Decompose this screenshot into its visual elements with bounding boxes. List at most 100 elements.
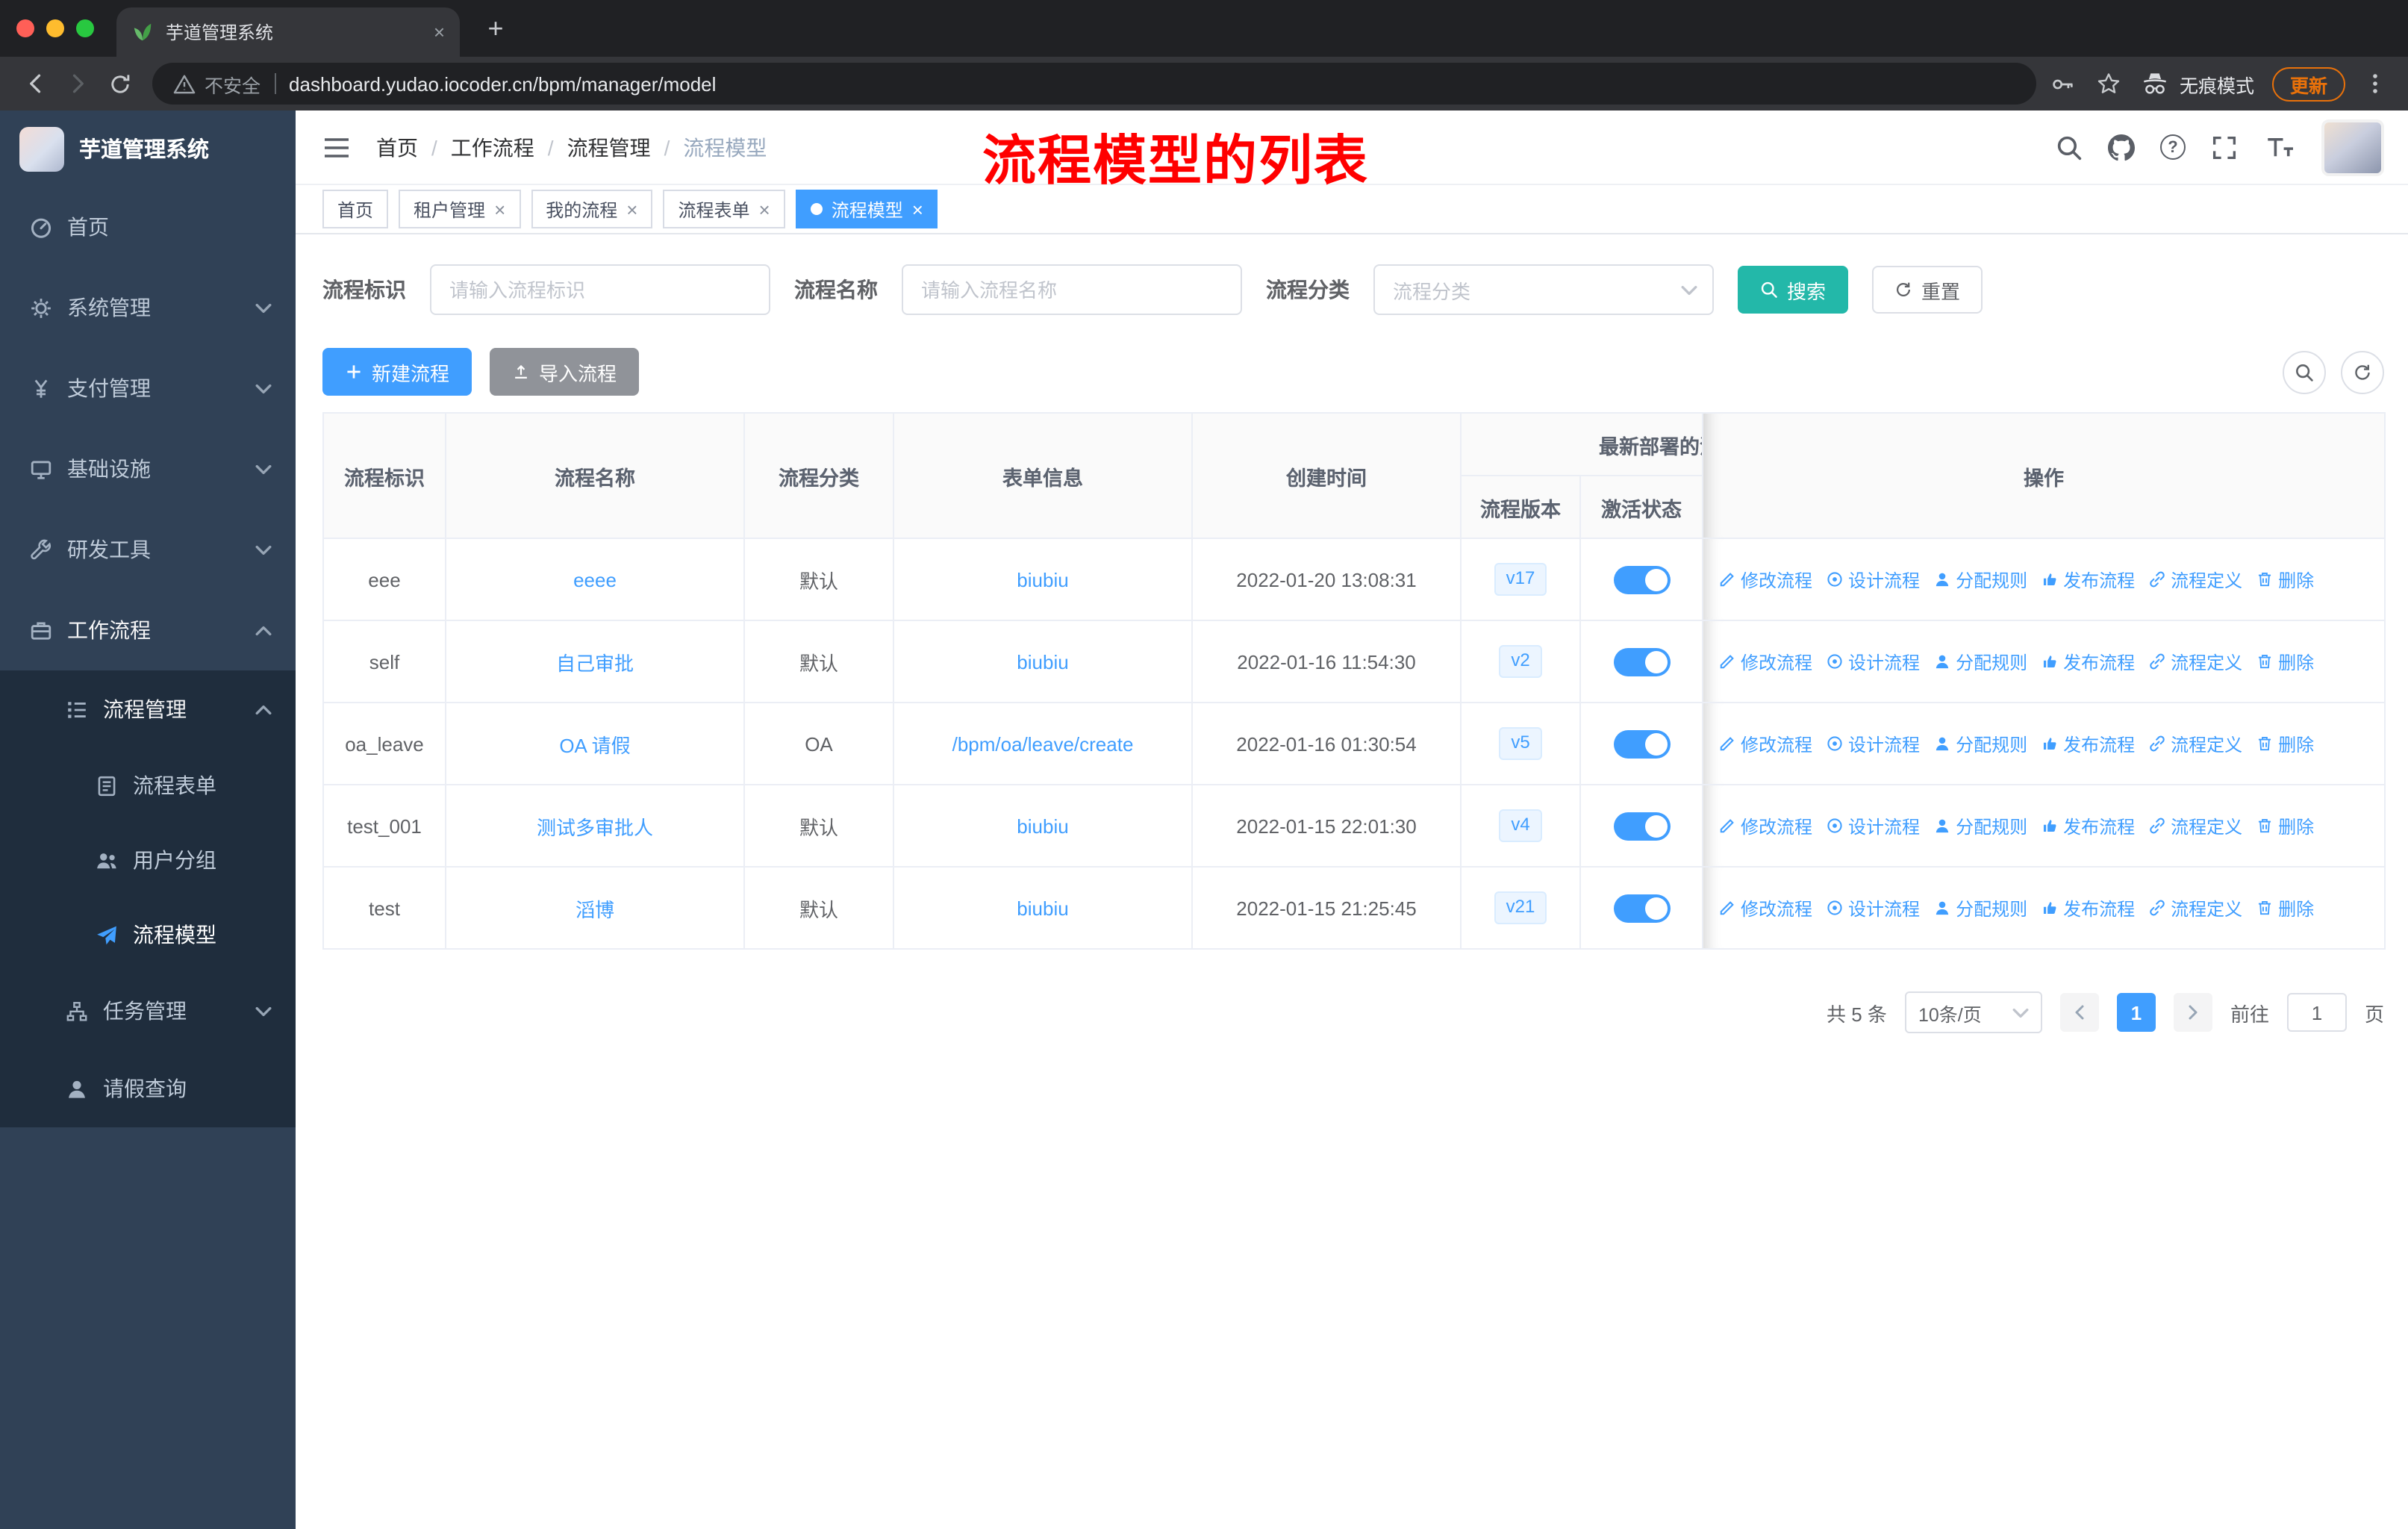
tag-tenant[interactable]: 租户管理 × [399, 190, 521, 228]
back-button[interactable] [15, 64, 57, 103]
font-size-icon[interactable] [2263, 134, 2296, 161]
refresh-table-button[interactable] [2341, 350, 2384, 393]
sidebar-item-leave-query[interactable]: 请假查询 [0, 1050, 296, 1127]
sidebar-item-devtools[interactable]: 研发工具 [0, 509, 296, 590]
close-icon[interactable]: × [759, 199, 770, 219]
prev-page-button[interactable] [2059, 993, 2099, 1032]
delete-link[interactable]: 删除 [2256, 731, 2314, 756]
reload-button[interactable] [99, 64, 140, 103]
assign-rule-link[interactable]: 分配规则 [1933, 731, 2027, 756]
delete-link[interactable]: 删除 [2256, 813, 2314, 838]
form-link[interactable]: biubiu [1017, 650, 1068, 673]
user-avatar[interactable] [2321, 119, 2384, 175]
forward-button[interactable] [57, 64, 99, 103]
edit-process-link[interactable]: 修改流程 [1718, 895, 1812, 921]
edit-process-link[interactable]: 修改流程 [1718, 649, 1812, 674]
breadcrumb-item[interactable]: 首页 [376, 132, 418, 162]
tag-process-model[interactable]: 流程模型 × [795, 190, 938, 228]
sidebar-item-user-group[interactable]: 用户分组 [0, 823, 296, 897]
process-definition-link[interactable]: 流程定义 [2148, 567, 2242, 592]
sidebar-item-infrastructure[interactable]: 基础设施 [0, 429, 296, 509]
sidebar-item-home[interactable]: 首页 [0, 187, 296, 267]
sidebar-item-payment[interactable]: 支付管理 [0, 348, 296, 429]
design-process-link[interactable]: 设计流程 [1826, 567, 1920, 592]
create-process-button[interactable]: 新建流程 [322, 348, 472, 396]
edit-process-link[interactable]: 修改流程 [1718, 813, 1812, 838]
process-name-link[interactable]: 滔博 [576, 898, 614, 921]
search-button[interactable]: 搜索 [1738, 266, 1849, 314]
tag-home[interactable]: 首页 [322, 190, 389, 228]
process-name-link[interactable]: 测试多审批人 [537, 816, 653, 838]
browser-menu-kebab-icon[interactable] [2363, 72, 2387, 96]
publish-process-link[interactable]: 发布流程 [2041, 731, 2135, 756]
form-link[interactable]: biubiu [1017, 897, 1068, 919]
breadcrumb-item[interactable]: 工作流程 [451, 132, 534, 162]
new-tab-button[interactable]: + [478, 10, 514, 46]
close-icon[interactable]: × [626, 199, 637, 219]
fullscreen-icon[interactable] [2211, 134, 2238, 161]
design-process-link[interactable]: 设计流程 [1826, 813, 1920, 838]
assign-rule-link[interactable]: 分配规则 [1933, 567, 2027, 592]
password-key-icon[interactable] [2048, 69, 2077, 98]
design-process-link[interactable]: 设计流程 [1826, 895, 1920, 921]
edit-process-link[interactable]: 修改流程 [1718, 731, 1812, 756]
process-name-link[interactable]: OA 请假 [559, 734, 630, 756]
active-toggle[interactable] [1613, 729, 1670, 758]
process-category-select[interactable]: 流程分类 [1373, 264, 1714, 315]
publish-process-link[interactable]: 发布流程 [2041, 813, 2135, 838]
assign-rule-link[interactable]: 分配规则 [1933, 895, 2027, 921]
window-close-button[interactable] [16, 19, 34, 37]
active-toggle[interactable] [1613, 812, 1670, 840]
active-toggle[interactable] [1613, 647, 1670, 676]
publish-process-link[interactable]: 发布流程 [2041, 649, 2135, 674]
github-icon[interactable] [2108, 134, 2135, 161]
goto-page-input[interactable] [2286, 993, 2347, 1032]
active-toggle[interactable] [1613, 894, 1670, 922]
sidebar-item-task-management[interactable]: 任务管理 [0, 972, 296, 1050]
sidebar-item-workflow[interactable]: 工作流程 [0, 590, 296, 670]
publish-process-link[interactable]: 发布流程 [2041, 567, 2135, 592]
sidebar-item-process-form[interactable]: 流程表单 [0, 748, 296, 823]
form-link[interactable]: biubiu [1017, 815, 1068, 837]
window-zoom-button[interactable] [76, 19, 94, 37]
process-definition-link[interactable]: 流程定义 [2148, 731, 2242, 756]
next-page-button[interactable] [2173, 993, 2212, 1032]
delete-link[interactable]: 删除 [2256, 649, 2314, 674]
sidebar-collapse-button[interactable] [322, 134, 352, 161]
page-number-1[interactable]: 1 [2116, 993, 2156, 1032]
breadcrumb-item[interactable]: 流程管理 [567, 132, 651, 162]
delete-link[interactable]: 删除 [2256, 895, 2314, 921]
process-definition-link[interactable]: 流程定义 [2148, 895, 2242, 921]
address-bar[interactable]: 不安全 dashboard.yudao.iocoder.cn/bpm/manag… [152, 63, 2036, 105]
close-icon[interactable]: × [494, 199, 505, 219]
sidebar-item-process-model[interactable]: 流程模型 [0, 897, 296, 972]
edit-process-link[interactable]: 修改流程 [1718, 567, 1812, 592]
assign-rule-link[interactable]: 分配规则 [1933, 649, 2027, 674]
browser-tab[interactable]: 芋道管理系统 × [116, 7, 460, 57]
tag-my-process[interactable]: 我的流程 × [531, 190, 653, 228]
window-minimize-button[interactable] [46, 19, 64, 37]
sidebar-item-process-management[interactable]: 流程管理 [0, 670, 296, 748]
page-size-select[interactable]: 10条/页 [1904, 991, 2042, 1033]
delete-link[interactable]: 删除 [2256, 567, 2314, 592]
import-process-button[interactable]: 导入流程 [490, 348, 640, 396]
reset-button[interactable]: 重置 [1872, 266, 1983, 314]
active-toggle[interactable] [1613, 565, 1670, 594]
process-name-link[interactable]: 自己审批 [556, 652, 634, 674]
close-icon[interactable]: × [912, 199, 923, 219]
browser-update-button[interactable]: 更新 [2271, 66, 2345, 101]
assign-rule-link[interactable]: 分配规则 [1933, 813, 2027, 838]
sidebar-item-system[interactable]: 系统管理 [0, 267, 296, 348]
help-icon[interactable]: ? [2160, 134, 2186, 160]
bookmark-star-icon[interactable] [2094, 69, 2123, 98]
process-definition-link[interactable]: 流程定义 [2148, 649, 2242, 674]
form-link[interactable]: biubiu [1017, 568, 1068, 591]
design-process-link[interactable]: 设计流程 [1826, 649, 1920, 674]
search-icon[interactable] [2056, 134, 2083, 161]
tag-process-form[interactable]: 流程表单 × [663, 190, 785, 228]
sidebar-logo[interactable]: 芋道管理系统 [0, 110, 296, 187]
process-name-link[interactable]: eeee [573, 568, 617, 591]
process-definition-link[interactable]: 流程定义 [2148, 813, 2242, 838]
toggle-search-button[interactable] [2283, 350, 2326, 393]
process-name-input[interactable] [902, 264, 1242, 315]
